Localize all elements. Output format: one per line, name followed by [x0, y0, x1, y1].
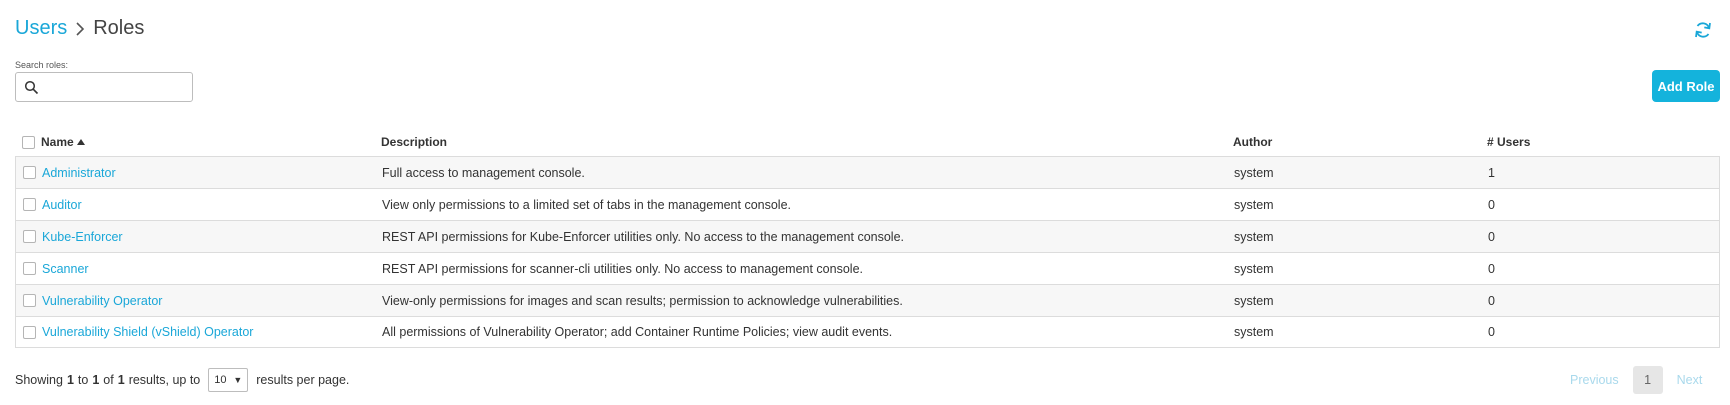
role-description: REST API permissions for Kube-Enforcer u…: [382, 229, 905, 244]
role-user-count: 0: [1488, 325, 1495, 339]
role-user-count: 0: [1488, 261, 1495, 276]
role-name-link[interactable]: Auditor: [42, 198, 82, 212]
table-row: Kube-Enforcer REST API permissions for K…: [15, 220, 1720, 252]
column-header-name[interactable]: Name: [41, 133, 381, 149]
search-field[interactable]: [15, 72, 193, 102]
column-header-description[interactable]: Description: [381, 133, 1233, 149]
role-description: Full access to management console.: [382, 165, 585, 180]
refresh-icon[interactable]: [1693, 20, 1713, 40]
search-input[interactable]: [44, 75, 188, 99]
row-checkbox[interactable]: [22, 325, 36, 339]
role-description: View-only permissions for images and sca…: [382, 293, 903, 308]
results-to: 1: [92, 373, 100, 387]
column-header-author[interactable]: Author: [1233, 133, 1487, 149]
row-checkbox[interactable]: [22, 198, 36, 211]
row-checkbox[interactable]: [22, 294, 36, 307]
role-author: system: [1234, 229, 1274, 244]
role-description: REST API permissions for scanner-cli uti…: [382, 261, 863, 276]
showing-label: Showing: [15, 373, 63, 387]
results-up-to-label: results, up to: [128, 373, 201, 387]
sort-asc-icon: [76, 139, 85, 145]
table-row: Administrator Full access to management …: [15, 156, 1720, 188]
role-name-link[interactable]: Vulnerability Shield (vShield) Operator: [42, 325, 253, 339]
role-name-link[interactable]: Vulnerability Operator: [42, 294, 162, 308]
column-header-users[interactable]: # Users: [1487, 133, 1720, 149]
roles-table: Name Description Author # Users Administ…: [15, 126, 1720, 348]
chevron-right-icon: [75, 21, 85, 37]
search-label: Search roles:: [15, 60, 69, 70]
role-user-count: 0: [1488, 229, 1495, 244]
of-label: of: [103, 373, 114, 387]
table-body: Administrator Full access to management …: [15, 156, 1720, 348]
search-icon: [24, 80, 39, 95]
breadcrumb-users-link[interactable]: Users: [15, 17, 67, 40]
role-user-count: 1: [1488, 165, 1495, 180]
role-author: system: [1234, 261, 1274, 276]
page-title: Roles: [93, 17, 145, 39]
role-user-count: 0: [1488, 293, 1495, 308]
role-description: View only permissions to a limited set o…: [382, 197, 792, 212]
results-from: 1: [66, 373, 74, 387]
to-label: to: [77, 373, 89, 387]
results-per-page-label: results per page.: [256, 373, 350, 387]
table-row: Vulnerability Shield (vShield) Operator …: [15, 316, 1720, 348]
per-page-value: 10: [214, 374, 227, 386]
role-author: system: [1234, 293, 1274, 308]
role-name-link[interactable]: Scanner: [42, 262, 89, 276]
select-all-checkbox[interactable]: [21, 135, 35, 149]
row-checkbox[interactable]: [22, 230, 36, 243]
per-page-select[interactable]: 10 ▼: [208, 368, 249, 392]
results-summary: Showing 1 to 1 of 1 results, up to 10 ▼ …: [15, 368, 349, 392]
table-row: Vulnerability Operator View-only permiss…: [15, 284, 1720, 316]
role-name-link[interactable]: Kube-Enforcer: [42, 230, 123, 244]
next-page-button[interactable]: Next: [1677, 373, 1703, 387]
role-author: system: [1234, 197, 1274, 212]
add-role-button[interactable]: Add Role: [1652, 70, 1720, 102]
table-header: Name Description Author # Users: [15, 126, 1720, 156]
pagination: Previous 1 Next: [1570, 366, 1702, 394]
previous-page-button[interactable]: Previous: [1570, 373, 1619, 387]
role-name-link[interactable]: Administrator: [42, 166, 116, 180]
row-checkbox[interactable]: [22, 262, 36, 275]
role-description: All permissions of Vulnerability Operato…: [382, 325, 893, 339]
results-total: 1: [117, 373, 125, 387]
caret-down-icon: ▼: [233, 375, 243, 385]
role-author: system: [1234, 325, 1274, 339]
role-user-count: 0: [1488, 197, 1495, 212]
row-checkbox[interactable]: [22, 166, 36, 179]
page-1-button[interactable]: 1: [1632, 366, 1663, 394]
table-row: Auditor View only permissions to a limit…: [15, 188, 1720, 220]
table-row: Scanner REST API permissions for scanner…: [15, 252, 1720, 284]
breadcrumb: Users Roles: [15, 17, 144, 40]
role-author: system: [1234, 165, 1274, 180]
